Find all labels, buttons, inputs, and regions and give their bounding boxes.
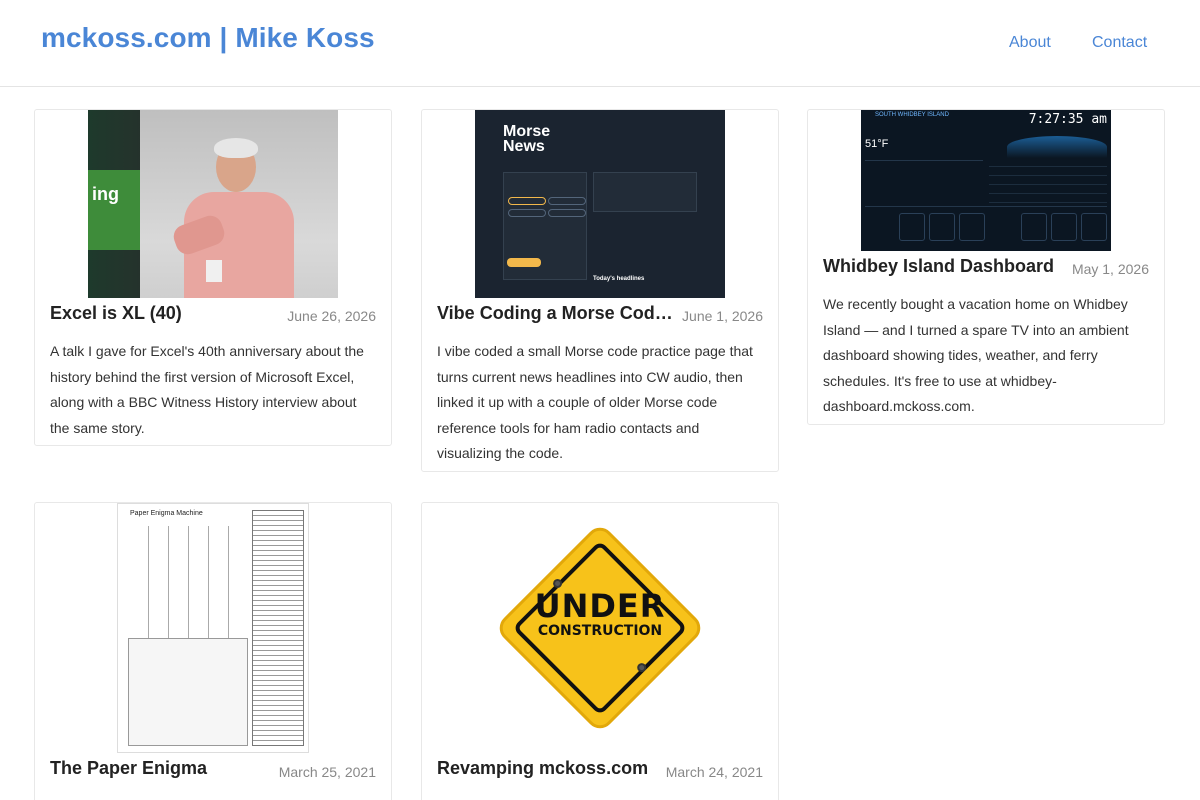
post-title[interactable]: Whidbey Island Dashboard	[823, 256, 1063, 277]
post-title[interactable]: The Paper Enigma	[50, 758, 270, 779]
morse-news-thumbnail[interactable]: Morse News Today's headlines	[475, 110, 725, 298]
post-date: March 24, 2021	[665, 764, 763, 780]
dashboard-thumbnail[interactable]: SOUTH WHIDBEY ISLAND 7:27:35 am 51°F	[861, 110, 1111, 251]
post-date: March 25, 2021	[278, 764, 376, 780]
post-date: June 1, 2026	[682, 308, 763, 324]
post-card[interactable]: SOUTH WHIDBEY ISLAND 7:27:35 am 51°F Whi…	[807, 109, 1165, 425]
speaker-photo-thumbnail[interactable]: ing	[88, 110, 338, 298]
post-excerpt: I vibe coded a small Morse code practice…	[437, 343, 753, 461]
post-title[interactable]: Revamping mckoss.com	[437, 758, 667, 779]
site-header: mckoss.com | Mike Koss About Contact	[0, 0, 1200, 87]
post-excerpt: We recently bought a vacation home on Wh…	[823, 296, 1129, 414]
post-title[interactable]: Excel is XL (40)	[50, 303, 270, 324]
paper-enigma-thumbnail[interactable]: Paper Enigma Machine	[117, 503, 309, 753]
post-card[interactable]: ing Excel is XL (40) June 26, 2026 A tal…	[34, 109, 392, 446]
post-excerpt: A talk I gave for Excel's 40th anniversa…	[50, 343, 364, 436]
post-date: June 26, 2026	[287, 308, 376, 324]
post-card[interactable]: Paper Enigma Machine The Paper Enigma Ma…	[34, 502, 392, 800]
post-card[interactable]: Morse News Today's headlines Vibe Coding …	[421, 109, 779, 472]
post-card[interactable]: UNDER CONSTRUCTION Revamping mckoss.com …	[421, 502, 779, 800]
post-date: May 1, 2026	[1071, 261, 1149, 277]
nav-about-link[interactable]: About	[1009, 34, 1051, 52]
site-title-link[interactable]: mckoss.com | Mike Koss	[41, 22, 375, 54]
post-title[interactable]: Vibe Coding a Morse Code ...	[437, 303, 682, 324]
under-construction-thumbnail[interactable]: UNDER CONSTRUCTION	[475, 503, 725, 753]
nav-contact-link[interactable]: Contact	[1092, 34, 1147, 52]
